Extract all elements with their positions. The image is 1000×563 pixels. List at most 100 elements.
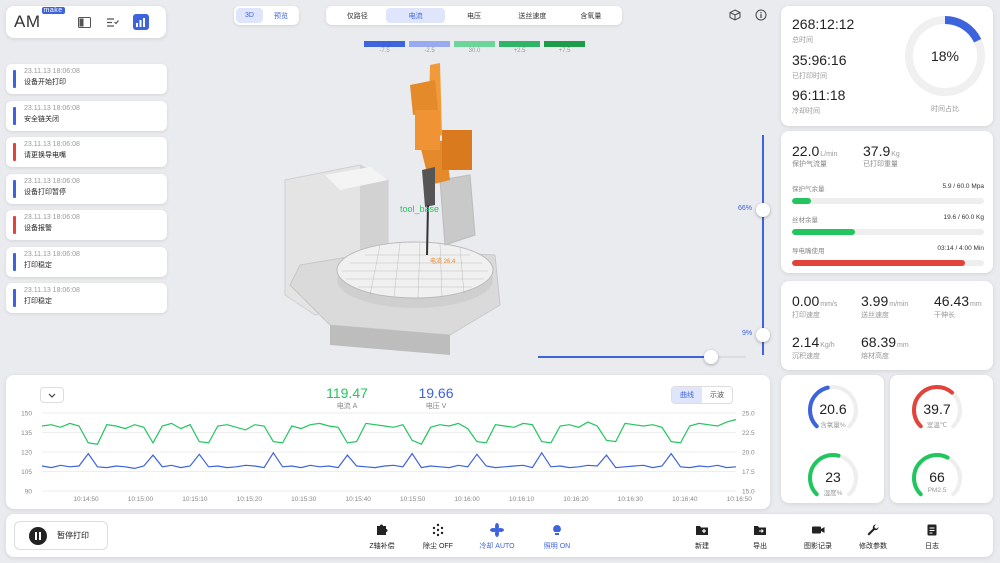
tab-voltage[interactable]: 电压 <box>445 8 503 23</box>
pause-icon <box>29 526 47 545</box>
event-message: 请更换导电嘴 <box>24 152 66 159</box>
tool-log-button[interactable]: 日志 <box>907 522 957 551</box>
event-time: 23.11.13 18:06:08 <box>24 104 80 112</box>
progress-slider-fill <box>538 356 711 358</box>
tool-light-button[interactable]: 照明 ON <box>532 522 582 551</box>
view-3d-button[interactable]: 3D <box>236 8 263 23</box>
event-time: 23.11.13 18:06:08 <box>24 250 80 258</box>
time-card: 268:12:12 总时间 35:96:16 已打印时间 96:11:18 冷却… <box>781 6 993 126</box>
fan-icon <box>490 523 504 537</box>
event-message: 打印稳定 <box>24 261 52 269</box>
cube-icon[interactable] <box>727 7 743 23</box>
event-item[interactable]: 23.11.13 18:06:08 打印稳定 <box>6 246 167 277</box>
printed-weight-label: 已打印重量 <box>863 161 898 168</box>
event-marker <box>13 216 16 234</box>
x-tick: 10:16:50 <box>727 496 753 503</box>
y-right-tick: 25.0 <box>742 411 755 418</box>
legend-swatch: +2.5 <box>499 41 540 54</box>
x-tick: 10:16:40 <box>672 496 698 503</box>
panel-icon[interactable] <box>77 14 93 30</box>
pause-print-button[interactable]: 暂停打印 <box>14 521 108 550</box>
event-marker <box>13 252 16 271</box>
printed-weight-value: 37.9Kg <box>863 143 900 159</box>
series-line <box>41 451 737 470</box>
y-right-tick: 15.0 <box>742 489 755 496</box>
cool-time-label: 冷却时间 <box>792 108 820 115</box>
chart-card: 119.47 电流 A 19.66 电压 V 曲线 示波 150 135 120 10… <box>6 375 770 509</box>
chart-dropdown[interactable] <box>40 387 64 403</box>
legend-swatch: +7.5 <box>544 41 585 54</box>
app-logo: AMmake <box>14 7 65 31</box>
mode-oscilloscope-button[interactable]: 示波 <box>702 387 732 403</box>
material-progress: 导电嘴使用 03:14 / 4:00 Min <box>792 245 984 266</box>
tool-new-folder-button[interactable]: 新建 <box>677 522 727 551</box>
y-right-tick: 17.5 <box>742 469 755 476</box>
y-right-tick: 20.0 <box>742 450 755 457</box>
color-legend: -7.5 -2.5 30.0 +2.5 +7.5 <box>364 41 585 54</box>
checklist-icon[interactable] <box>105 14 121 30</box>
layer-slider-track[interactable] <box>762 135 764 355</box>
tool-wrench-button[interactable]: 修改参数 <box>848 522 898 551</box>
tool-base-label: tool_base <box>400 204 439 214</box>
chart-icon[interactable] <box>132 14 149 30</box>
mode-curve-button[interactable]: 曲线 <box>672 387 702 403</box>
printed-time: 35:96:16 <box>792 52 847 68</box>
chart-mode-toggle: 曲线 示波 <box>671 386 733 404</box>
tool-export-folder-button[interactable]: 导出 <box>735 522 785 551</box>
event-item[interactable]: 23.11.13 18:06:08 请更换导电嘴 <box>6 137 167 167</box>
cool-time: 96:11:18 <box>792 87 846 103</box>
gauge: 39.7 室温℃ <box>912 385 962 445</box>
legend-swatch: -2.5 <box>409 41 450 54</box>
y-left-tick: 105 <box>21 469 32 476</box>
current-voltage-chart[interactable]: 150 135 120 105 90 25.0 22.5 20.0 17.5 15.0 10:14:… <box>6 405 770 509</box>
layer-slider-top-label: 66% <box>738 204 753 212</box>
printer-3d-scene[interactable]: tool_base 电流 26.4 <box>270 55 570 370</box>
event-item[interactable]: 23.11.13 18:06:08 安全链关闭 <box>6 100 167 131</box>
event-time: 23.11.13 18:06:08 <box>24 141 80 148</box>
speed-metric: 46.43mm 干伸长 <box>934 293 982 319</box>
x-tick: 10:16:10 <box>509 496 535 503</box>
event-item[interactable]: 23.11.13 18:06:08 设备开始打印 <box>6 64 167 94</box>
tool-dust-button[interactable]: 除尘 OFF <box>413 522 463 551</box>
dust-icon <box>432 523 444 537</box>
speed-card: 0.00mm/s 打印速度 3.99m/min 送丝速度 46.43mm 干伸长 2.14K… <box>781 281 993 370</box>
event-time: 23.11.13 18:06:08 <box>24 214 80 221</box>
total-time-label: 总时间 <box>792 37 813 44</box>
tool-fan-button[interactable]: 冷却 AUTO <box>472 522 522 551</box>
event-item[interactable]: 23.11.13 18:06:08 设备报警 <box>6 210 167 240</box>
y-left-tick: 120 <box>21 450 32 457</box>
event-message: 设备打印暂停 <box>24 188 66 196</box>
tab-path-only[interactable]: 仅路径 <box>328 8 386 23</box>
speed-metric: 0.00mm/s 打印速度 <box>792 293 838 319</box>
x-tick: 10:16:30 <box>618 496 644 503</box>
legend-swatch: 30.0 <box>454 41 495 54</box>
tab-current[interactable]: 电流 <box>386 8 445 23</box>
gauge: 20.6 含氧量% <box>808 385 858 445</box>
info-icon[interactable] <box>753 7 769 23</box>
gauge: 23 湿度% <box>808 453 858 513</box>
brand-bar: AMmake <box>6 6 166 38</box>
layer-tabs: 仅路径 电流 电压 送丝速度 含氧量 <box>326 6 622 25</box>
tool-video-button[interactable]: 图影记录 <box>793 522 843 551</box>
event-message: 安全链关闭 <box>24 115 59 123</box>
layer-slider-bottom-label: 9% <box>742 330 753 338</box>
new-folder-icon <box>696 526 708 535</box>
view-preview-button[interactable]: 预览 <box>265 8 297 23</box>
event-message: 打印稳定 <box>24 298 52 305</box>
y-right-tick: 22.5 <box>742 430 755 437</box>
event-item[interactable]: 23.11.13 18:06:08 打印稳定 <box>6 283 167 313</box>
layer-slider-top-handle[interactable] <box>756 202 770 217</box>
tab-wire-speed[interactable]: 送丝速度 <box>503 8 561 23</box>
tab-oxygen[interactable]: 含氧量 <box>562 8 620 23</box>
progress-slider-handle[interactable] <box>703 350 718 364</box>
light-icon <box>553 525 561 535</box>
event-time: 23.11.13 18:06:08 <box>24 177 80 185</box>
tool-puzzle-button[interactable]: Z轴补偿 <box>357 522 407 551</box>
material-card: 22.0L/min 保护气流量 37.9Kg 已打印重量 保护气余量 5.9 / … <box>781 131 993 273</box>
layer-slider-bottom-handle[interactable] <box>756 328 770 343</box>
gas-flow-label: 保护气流量 <box>792 161 827 168</box>
event-marker <box>13 143 16 161</box>
puzzle-icon <box>377 524 388 535</box>
event-item[interactable]: 23.11.13 18:06:08 设备打印暂停 <box>6 173 167 204</box>
x-tick: 10:14:50 <box>73 496 99 503</box>
